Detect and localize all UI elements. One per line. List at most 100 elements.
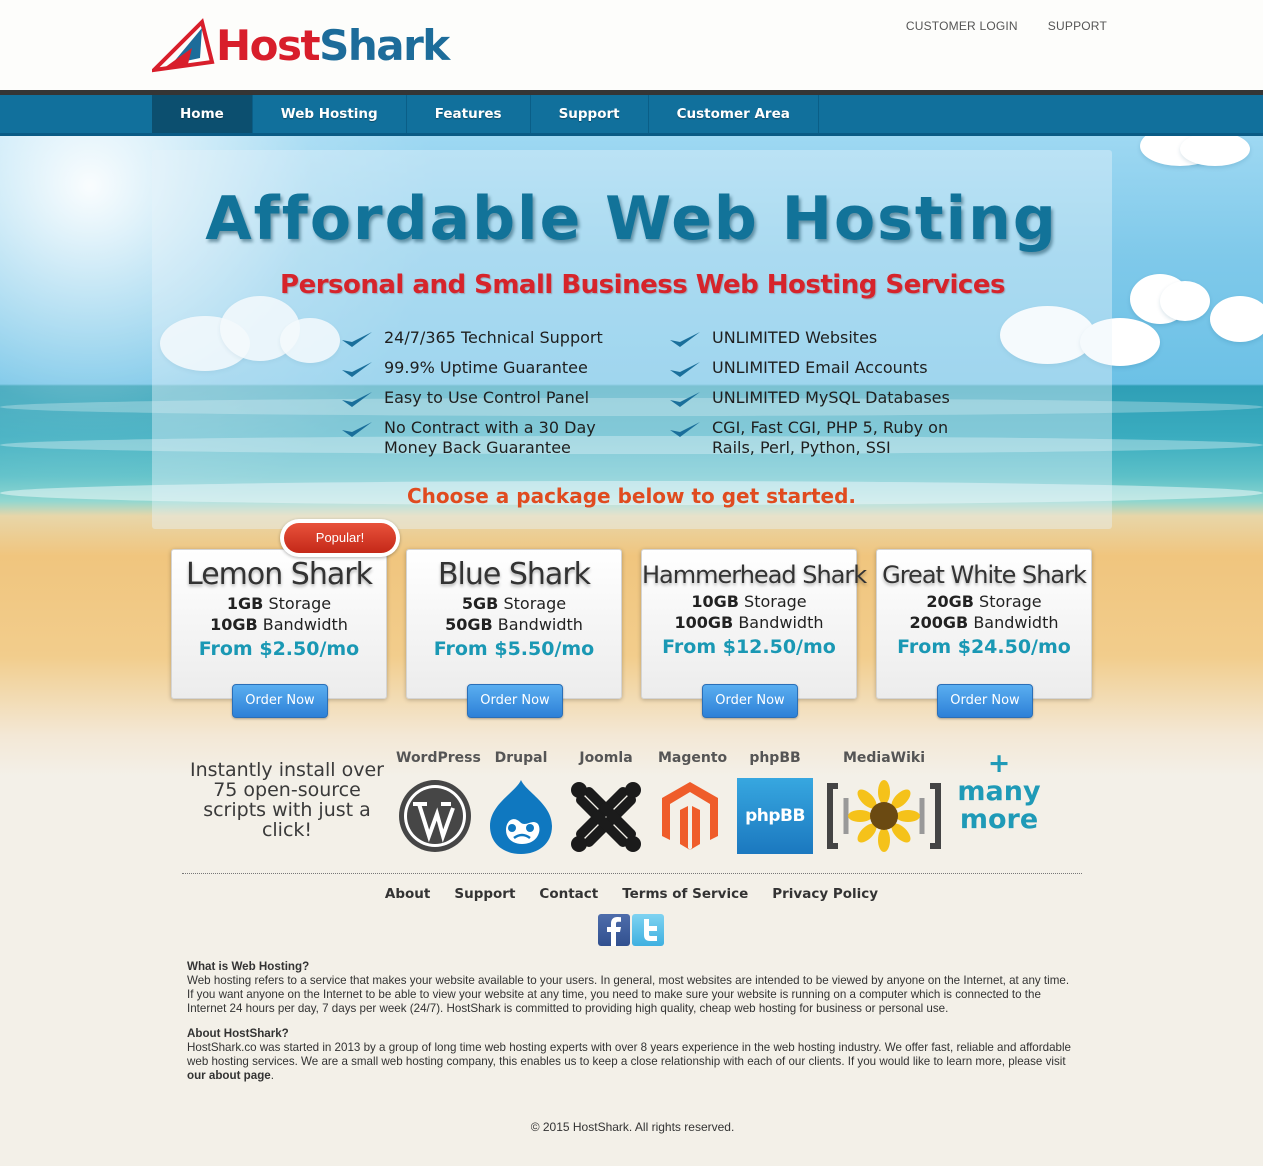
- what-is-hosting-block: What is Web Hosting? Web hosting refers …: [187, 960, 1073, 1016]
- footer-link-contact[interactable]: Contact: [539, 886, 598, 902]
- scripts-intro-text: Instantly install over 75 open-source sc…: [190, 759, 384, 841]
- feature-item: UNLIMITED MySQL Databases: [668, 388, 950, 410]
- info-section: What is Web Hosting? Web hosting refers …: [187, 960, 1073, 1094]
- package-bandwidth-label: Bandwidth: [262, 615, 348, 634]
- script-magento[interactable]: Magento: [658, 750, 727, 859]
- package-storage-label: Storage: [744, 592, 807, 611]
- package-storage-amount: 20GB: [926, 592, 974, 611]
- popular-badge-label: Popular!: [284, 523, 396, 553]
- package-card-hammerhead-shark: Hammerhead Shark 10GB Storage 100GB Band…: [641, 549, 867, 718]
- package-storage-label: Storage: [268, 594, 332, 613]
- hostshark-logo[interactable]: HostShark: [152, 18, 452, 74]
- features-list-left: 24/7/365 Technical Support 99.9% Uptime G…: [340, 328, 603, 466]
- feature-text: 24/7/365 Technical Support: [384, 328, 603, 347]
- checkmark-icon: [342, 362, 372, 377]
- order-now-button[interactable]: Order Now: [937, 684, 1033, 718]
- feature-text: UNLIMITED Email Accounts: [712, 358, 928, 377]
- script-name: phpBB: [749, 750, 801, 766]
- feature-item: UNLIMITED Websites: [668, 328, 950, 350]
- about-page-link[interactable]: our about page: [187, 1069, 271, 1082]
- wordpress-icon: [399, 780, 471, 852]
- package-storage-amount: 1GB: [226, 594, 264, 613]
- mediawiki-icon: [827, 780, 941, 852]
- twitter-icon[interactable]: [632, 914, 664, 946]
- script-name: MediaWiki: [842, 750, 926, 766]
- package-storage: 5GB Storage: [407, 594, 621, 613]
- feature-item: No Contract with a 30 Day Money Back Gua…: [340, 418, 603, 458]
- nav-item-web-hosting[interactable]: Web Hosting: [253, 95, 407, 133]
- footer-link-terms[interactable]: Terms of Service: [622, 886, 748, 902]
- script-drupal[interactable]: Drupal: [486, 750, 556, 861]
- package-storage-label: Storage: [979, 592, 1042, 611]
- many-more-label: many more: [957, 776, 1041, 835]
- feature-text: UNLIMITED Websites: [712, 328, 878, 347]
- package-storage-amount: 5GB: [461, 594, 499, 613]
- order-now-button[interactable]: Order Now: [232, 684, 328, 718]
- popular-badge: Popular!: [280, 519, 400, 557]
- main-nav: Home Web Hosting Features Support Custom…: [0, 90, 1263, 136]
- facebook-icon[interactable]: [598, 914, 630, 946]
- package-card-lemon-shark: Lemon Shark 1GB Storage 10GB Bandwidth F…: [171, 549, 387, 718]
- footer-link-about[interactable]: About: [385, 886, 430, 902]
- order-now-button[interactable]: Order Now: [467, 684, 563, 718]
- package-bandwidth: 50GB Bandwidth: [407, 615, 621, 634]
- checkmark-icon: [342, 392, 372, 407]
- package-storage-label: Storage: [503, 594, 567, 613]
- feature-item: Easy to Use Control Panel: [340, 388, 603, 410]
- about-hostshark-title: About HostShark?: [187, 1027, 289, 1040]
- script-joomla[interactable]: Joomla: [567, 750, 645, 861]
- what-is-hosting-body: Web hosting refers to a service that mak…: [187, 974, 1070, 1015]
- nav-item-support[interactable]: Support: [531, 95, 649, 133]
- footer-link-privacy[interactable]: Privacy Policy: [772, 886, 878, 902]
- customer-login-link[interactable]: CUSTOMER LOGIN: [906, 19, 1018, 33]
- hero-cta-text: Choose a package below to get started.: [406, 484, 857, 508]
- drupal-icon: [490, 780, 552, 854]
- package-card-blue-shark: Blue Shark 5GB Storage 50GB Bandwidth Fr…: [406, 549, 622, 718]
- package-bandwidth: 200GB Bandwidth: [877, 613, 1091, 632]
- package-bandwidth-label: Bandwidth: [738, 613, 824, 632]
- feature-text: UNLIMITED MySQL Databases: [712, 388, 950, 407]
- package-bandwidth-amount: 50GB: [445, 615, 493, 634]
- about-body-end: .: [270, 1069, 274, 1082]
- checkmark-icon: [670, 332, 700, 347]
- nav-item-features[interactable]: Features: [407, 95, 531, 133]
- many-more-text[interactable]: + many more: [956, 750, 1042, 834]
- feature-text: 99.9% Uptime Guarantee: [384, 358, 588, 377]
- feature-item: 24/7/365 Technical Support: [340, 328, 603, 350]
- footer-links: About Support Contact Terms of Service P…: [0, 886, 1263, 902]
- support-top-link[interactable]: SUPPORT: [1048, 19, 1107, 33]
- package-price: From $24.50/mo: [897, 636, 1071, 658]
- order-now-button[interactable]: Order Now: [702, 684, 798, 718]
- logo-text: HostShark: [216, 25, 450, 67]
- about-body-text: HostShark.co was started in 2013 by a gr…: [187, 1041, 1071, 1068]
- cloud: [1180, 136, 1250, 166]
- package-name: Great White Shark: [882, 561, 1087, 589]
- script-wordpress[interactable]: WordPress: [396, 750, 481, 859]
- twitter-t-glyph: [644, 919, 657, 941]
- script-name: WordPress: [396, 750, 481, 766]
- footer-divider: [182, 873, 1082, 874]
- footer-link-support[interactable]: Support: [454, 886, 515, 902]
- checkmark-icon: [342, 332, 372, 347]
- scripts-section: Instantly install over 75 open-source sc…: [0, 750, 1263, 860]
- shark-fin-logo-icon: [152, 18, 215, 73]
- feature-item: UNLIMITED Email Accounts: [668, 358, 950, 380]
- nav-item-customer-area[interactable]: Customer Area: [649, 95, 819, 133]
- package-storage: 20GB Storage: [877, 592, 1091, 611]
- phpbb-icon: phpBB: [737, 778, 813, 854]
- joomla-icon: [571, 782, 641, 852]
- script-mediawiki[interactable]: MediaWiki: [826, 750, 942, 859]
- script-name: Joomla: [579, 750, 633, 766]
- package-name: Blue Shark: [437, 557, 591, 592]
- package-price: From $5.50/mo: [433, 638, 595, 660]
- package-bandwidth-label: Bandwidth: [497, 615, 583, 634]
- what-is-hosting-title: What is Web Hosting?: [187, 960, 310, 973]
- checkmark-icon: [670, 392, 700, 407]
- feature-text: CGI, Fast CGI, PHP 5, Ruby on Rails, Per…: [712, 418, 949, 457]
- script-phpbb[interactable]: phpBB phpBB: [737, 750, 813, 854]
- feature-text: No Contract with a 30 Day Money Back Gua…: [384, 418, 596, 457]
- copyright-text: © 2015 HostShark. All rights reserved.: [530, 1120, 735, 1134]
- cloud: [1210, 296, 1263, 342]
- nav-item-home[interactable]: Home: [152, 95, 253, 133]
- package-storage: 10GB Storage: [642, 592, 856, 611]
